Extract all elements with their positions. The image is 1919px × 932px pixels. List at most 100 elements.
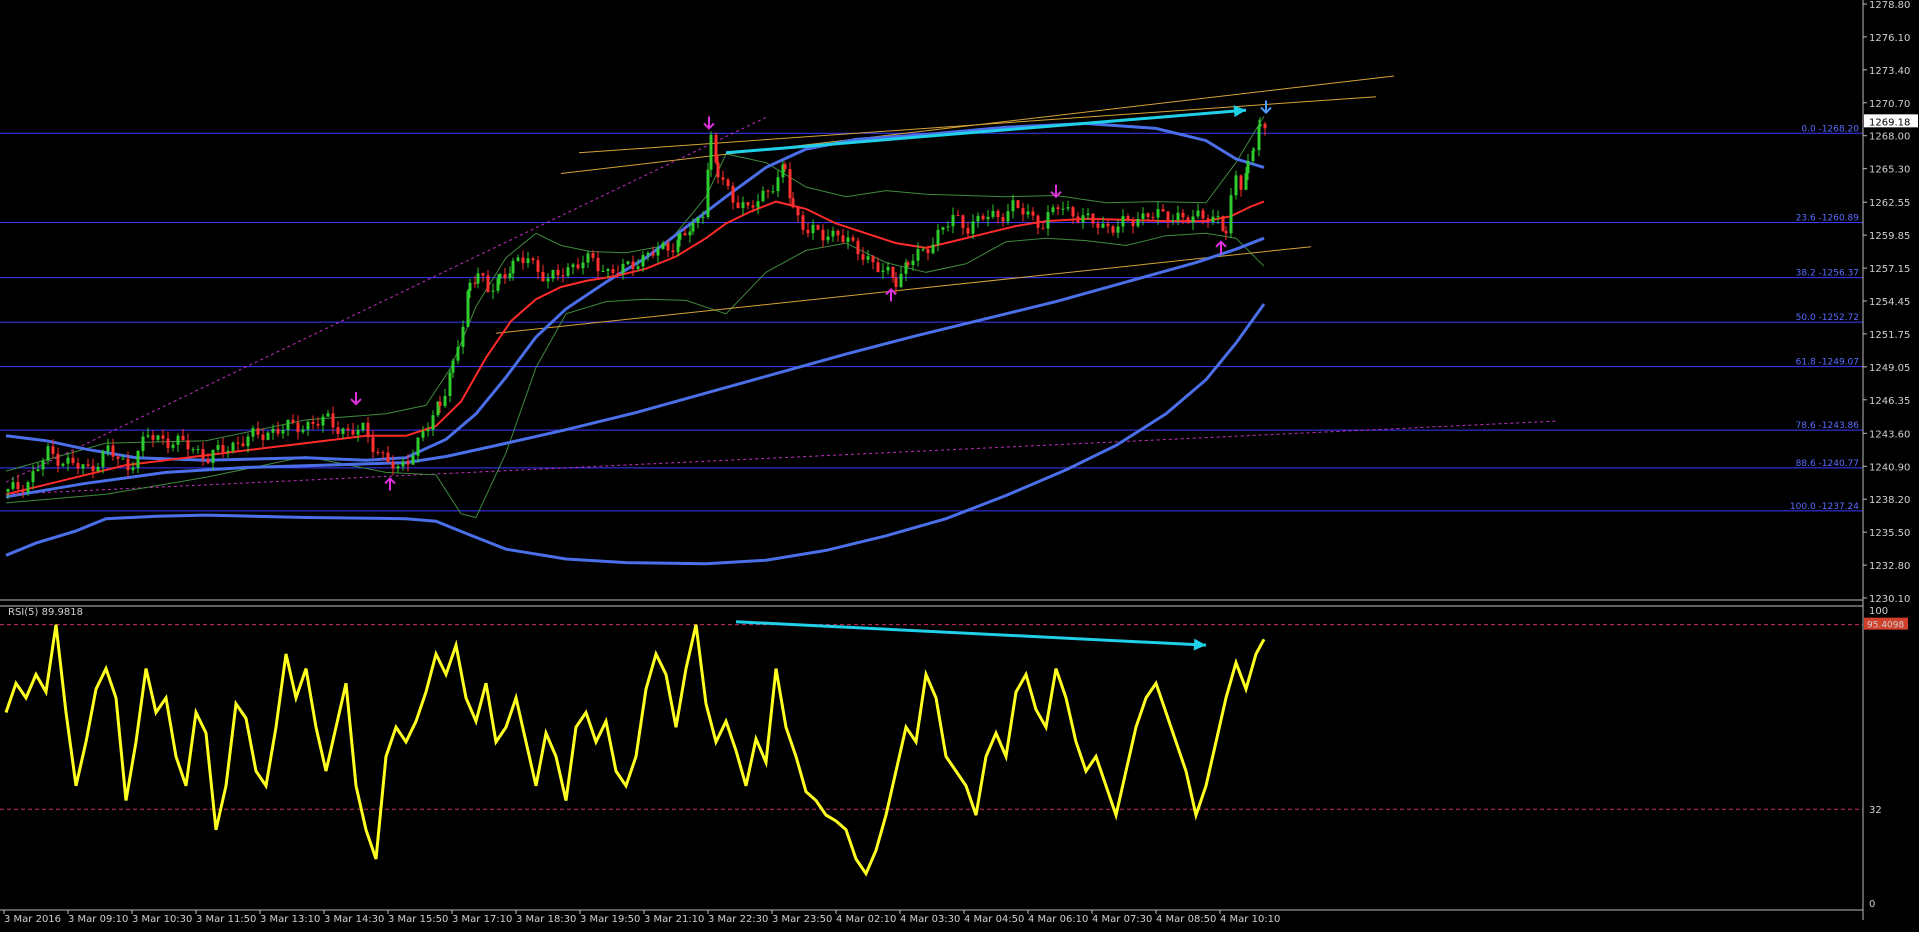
candle-body	[941, 227, 945, 230]
candle-body	[141, 436, 145, 451]
candle-body	[241, 443, 245, 447]
candle-body	[1011, 200, 1015, 212]
candle-body	[456, 346, 460, 361]
fib-level-label: 88.6 -1240.77	[1796, 459, 1859, 469]
candle-body	[261, 434, 265, 440]
candle-body	[431, 415, 435, 430]
candle-body	[346, 428, 350, 431]
candle-body	[381, 452, 385, 454]
candle-body	[1246, 161, 1250, 174]
candle-body	[931, 244, 935, 254]
candle-body	[946, 226, 950, 228]
price-tick-label: 1278.80	[1869, 0, 1910, 11]
candle-body	[1076, 216, 1080, 223]
candle-body	[1239, 175, 1243, 190]
candle-body	[706, 169, 710, 218]
time-tick-label: 3 Mar 18:30	[516, 914, 576, 925]
candle-body	[591, 253, 595, 258]
candle-body	[956, 214, 960, 216]
candle-body	[1071, 207, 1075, 217]
candle-body	[366, 422, 370, 438]
candle-body	[1136, 219, 1140, 227]
candle-body	[331, 413, 335, 428]
candle-body	[326, 413, 330, 417]
candle-body	[856, 240, 860, 255]
time-tick-label: 3 Mar 11:50	[196, 914, 256, 925]
candle-body	[1244, 173, 1248, 190]
candle-body	[101, 451, 105, 467]
candle-body	[631, 261, 635, 269]
candle-body	[951, 214, 955, 227]
candle-body	[426, 429, 430, 432]
candle-body	[671, 250, 675, 253]
candle-body	[621, 264, 625, 274]
candle-body	[1201, 210, 1205, 219]
candle-body	[111, 445, 115, 457]
candle-body	[81, 464, 85, 469]
fib-level-label: 0.0 -1268.20	[1801, 124, 1859, 134]
price-tick-label: 1259.85	[1869, 231, 1910, 242]
time-tick-label: 4 Mar 06:10	[1028, 914, 1088, 925]
candle-body	[371, 437, 375, 453]
candle-body	[691, 222, 695, 232]
candle-body	[448, 372, 452, 397]
candle-body	[1263, 123, 1267, 129]
candle-body	[21, 489, 25, 493]
candle-body	[1181, 212, 1185, 218]
candle-body	[321, 416, 325, 426]
candle-body	[986, 216, 990, 220]
candle-body	[891, 266, 895, 278]
candle-body	[651, 253, 655, 256]
candle-body	[646, 253, 650, 256]
time-tick-label: 4 Mar 10:10	[1220, 914, 1280, 925]
candle-body	[231, 442, 235, 451]
candle-body	[16, 482, 20, 490]
candle-body	[171, 444, 175, 448]
candle-body	[871, 256, 875, 263]
candle-body	[301, 429, 305, 433]
candle-body	[526, 258, 530, 264]
time-tick-label: 4 Mar 04:50	[964, 914, 1024, 925]
candle-body	[166, 438, 170, 448]
candle-body	[531, 258, 535, 261]
candle-body	[286, 419, 290, 430]
candle-body	[626, 261, 630, 265]
candle-body	[421, 431, 425, 438]
rsi-value-label: 95.4098	[1867, 621, 1904, 631]
candle-body	[508, 273, 512, 279]
price-tick-label: 1257.15	[1869, 264, 1910, 275]
time-tick-label: 3 Mar 22:30	[708, 914, 768, 925]
candle-body	[1101, 223, 1105, 228]
candle-body	[461, 326, 465, 347]
candle-body	[826, 236, 830, 241]
time-tick-label: 3 Mar 21:10	[644, 914, 704, 925]
candle-body	[296, 422, 300, 433]
candle-body	[361, 422, 365, 430]
price-tick-label: 1270.70	[1869, 99, 1910, 110]
candle-body	[1051, 207, 1055, 213]
candle-body	[46, 446, 50, 461]
candle-body	[468, 282, 472, 291]
candle-body	[1061, 208, 1065, 210]
candle-body	[521, 257, 525, 264]
candle-body	[451, 360, 455, 373]
time-tick-label: 3 Mar 15:50	[388, 914, 448, 925]
candle-body	[1081, 215, 1085, 223]
current-price-label: 1269.18	[1869, 117, 1910, 128]
candle-body	[498, 274, 502, 279]
candle-body	[911, 260, 915, 265]
candle-body	[1224, 230, 1228, 234]
candle-body	[161, 435, 165, 439]
candle-body	[976, 215, 980, 222]
candle-body	[6, 488, 10, 492]
candle-body	[181, 435, 185, 441]
candle-body	[121, 458, 125, 460]
candle-body	[486, 275, 490, 292]
candle-body	[71, 457, 75, 464]
candle-body	[11, 482, 15, 489]
candle-body	[801, 215, 805, 230]
fib-level-label: 38.2 -1256.37	[1796, 269, 1859, 279]
price-tick-label: 1230.10	[1869, 594, 1910, 605]
candle-body	[376, 452, 380, 454]
candle-body	[291, 419, 295, 423]
